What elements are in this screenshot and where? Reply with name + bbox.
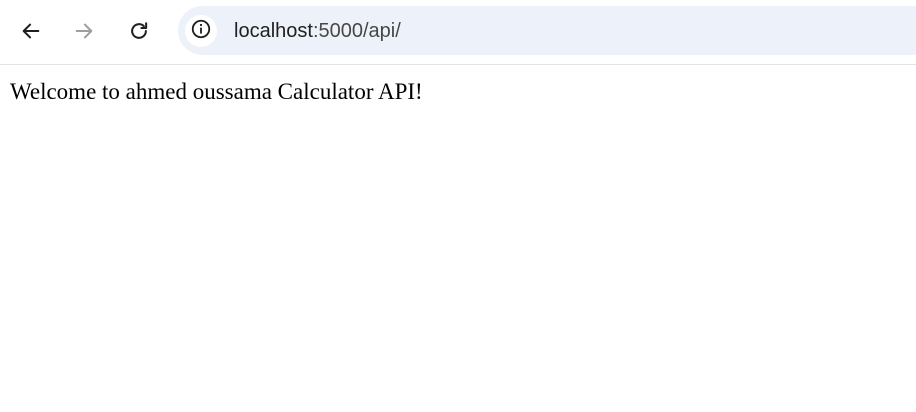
back-button[interactable]: [13, 13, 49, 49]
url-text[interactable]: localhost:5000/api/: [234, 19, 401, 43]
reload-button[interactable]: [121, 13, 157, 49]
url-host: localhost: [234, 20, 313, 42]
page-content: Welcome to ahmed oussama Calculator API!: [0, 66, 916, 412]
arrow-left-icon: [20, 20, 42, 42]
arrow-right-icon: [73, 20, 95, 42]
address-bar[interactable]: localhost:5000/api/: [178, 6, 916, 55]
info-circle-icon: [190, 18, 212, 45]
browser-toolbar: localhost:5000/api/: [0, 0, 916, 65]
welcome-message: Welcome to ahmed oussama Calculator API!: [10, 79, 423, 104]
forward-button[interactable]: [66, 13, 102, 49]
site-info-button[interactable]: [185, 15, 217, 47]
reload-icon: [128, 20, 150, 42]
url-path: :5000/api/: [312, 20, 401, 42]
